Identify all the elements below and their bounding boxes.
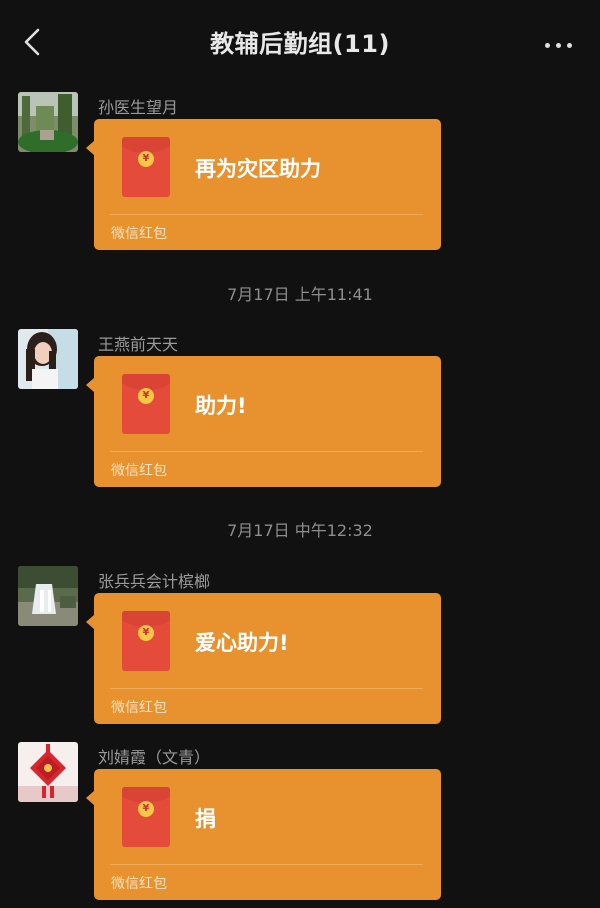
more-button[interactable] [530,22,586,62]
red-packet-greeting: 捐 [195,807,216,831]
red-packet-bubble[interactable]: ¥ 爱心助力! 微信红包 [86,593,441,724]
more-horizontal-icon [542,33,575,52]
divider [110,214,423,215]
sender-avatar[interactable] [18,92,78,152]
red-packet-bubble[interactable]: ¥ 捐 微信红包 [86,769,441,900]
red-packet-bubble[interactable]: ¥ 助力! 微信红包 [86,356,441,487]
red-packet-label: 微信红包 [111,876,167,892]
red-packet-greeting: 爱心助力! [195,631,289,655]
sender-name: 张兵兵会计槟榔 [98,572,211,591]
sender-avatar[interactable] [18,566,78,626]
red-envelope-icon: ¥ [122,137,170,197]
red-packet-greeting: 助力! [195,394,247,418]
red-packet-label: 微信红包 [111,700,167,716]
divider [110,864,423,865]
divider [110,451,423,452]
red-packet-label: 微信红包 [111,463,167,479]
chat-title: 教辅后勤组(11) [210,30,390,58]
timestamp: 7月17日 上午11:41 [227,285,373,304]
red-packet-label: 微信红包 [111,226,167,242]
red-envelope-icon: ¥ [122,787,170,847]
red-packet-bubble[interactable]: ¥ 再为灾区助力 微信红包 [86,119,441,250]
sender-name: 刘婧霞（文青） [98,748,211,767]
chat-header: 教辅后勤组(11) [0,0,600,84]
sender-name: 王燕前天天 [98,335,179,354]
divider [110,688,423,689]
sender-avatar[interactable] [18,329,78,389]
red-packet-greeting: 再为灾区助力 [195,157,321,181]
red-envelope-icon: ¥ [122,611,170,671]
red-envelope-icon: ¥ [122,374,170,434]
sender-avatar[interactable] [18,742,78,802]
sender-name: 孙医生望月 [98,98,179,117]
chat-screen: 教辅后勤组(11) 孙医生望月 ¥ 再为灾区助力 微信红包 7月17日 上午11… [0,0,600,908]
timestamp: 7月17日 中午12:32 [227,521,373,540]
